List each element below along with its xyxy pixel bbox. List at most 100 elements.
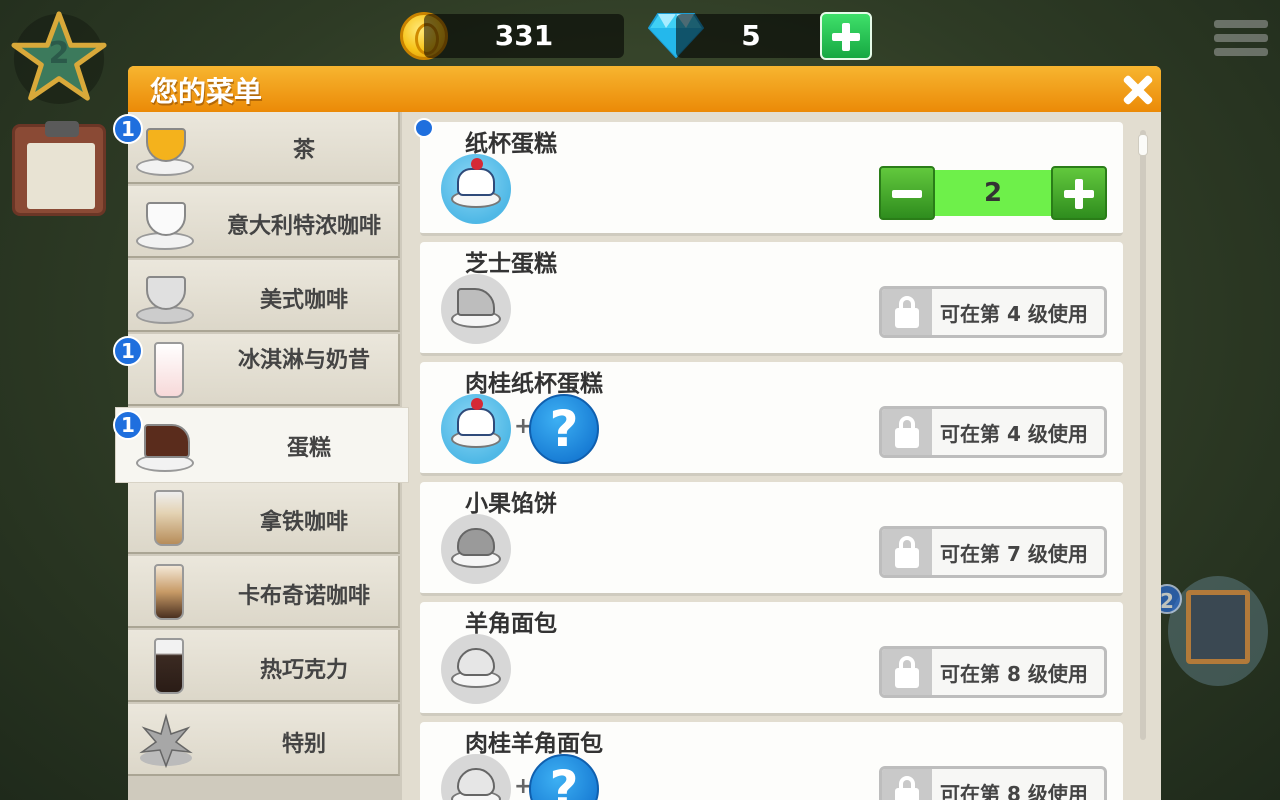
unlock-level-text: 可在第 8 级使用: [940, 782, 1088, 800]
category-ice-cream-shake[interactable]: 冰淇淋与奶昔: [128, 334, 400, 406]
menu-icon[interactable]: [1214, 20, 1268, 60]
recipe-card-cupcake[interactable]: 纸杯蛋糕 2: [420, 122, 1123, 236]
category-badge: 1: [113, 336, 143, 366]
croissant-icon: [441, 634, 511, 704]
category-tea[interactable]: 茶: [128, 112, 400, 184]
category-label: 茶: [292, 138, 315, 163]
cake-slice: [144, 424, 190, 458]
category-cappuccino[interactable]: 卡布奇诺咖啡: [128, 556, 400, 628]
question-icon: ?: [529, 394, 599, 464]
lock-body: [895, 308, 919, 328]
cup: [146, 202, 186, 236]
category-label: 冰淇淋与奶昔: [237, 348, 370, 373]
category-special[interactable]: 特别: [128, 704, 400, 776]
add-gems-button[interactable]: [820, 12, 872, 60]
food: [457, 288, 495, 316]
espresso-cup-icon: [136, 194, 196, 250]
lock-body: [895, 668, 919, 688]
lock-body: [895, 428, 919, 448]
cafe-sign-icon[interactable]: [1168, 576, 1268, 686]
cup: [146, 128, 186, 162]
category-label: 拿铁咖啡: [259, 510, 348, 535]
tartlet-icon: [441, 514, 511, 584]
clipboard-paper: [27, 143, 95, 209]
locked-button[interactable]: 可在第 4 级使用: [879, 406, 1107, 458]
recipe-name: 肉桂羊角面包: [465, 731, 603, 757]
gem-balance: 5: [676, 14, 826, 58]
category-hot-chocolate[interactable]: 热巧克力: [128, 630, 400, 702]
locked-button[interactable]: 可在第 4 级使用: [879, 286, 1107, 338]
lock-body: [895, 788, 919, 800]
clipboard-clip: [45, 121, 79, 137]
star-anise-icon: [139, 713, 193, 768]
menu-line: [1214, 48, 1268, 56]
panel-title: 您的菜单: [150, 75, 263, 108]
category-label: 蛋糕: [286, 436, 331, 461]
menu-line: [1214, 34, 1268, 42]
recipe-list: 纸杯蛋糕 2 芝士蛋糕 可在第 4 级使用 肉桂纸杯蛋糕 + ? 可在第 4 级…: [404, 112, 1142, 800]
category-cake[interactable]: 蛋糕: [115, 407, 409, 483]
scrollbar-thumb[interactable]: [1138, 134, 1148, 156]
glass: [154, 638, 184, 694]
category-label: 卡布奇诺咖啡: [237, 584, 370, 609]
cupcake-icon: [441, 394, 511, 464]
recipe-name: 羊角面包: [465, 611, 557, 637]
recipe-name: 芝士蛋糕: [465, 251, 557, 277]
lock-icon: [882, 409, 932, 455]
category-label: 意大利特浓咖啡: [226, 214, 381, 239]
panel-header: 您的菜单: [128, 66, 1161, 112]
lock-icon: [882, 649, 932, 695]
coin-balance: 331: [424, 14, 624, 58]
recipe-name: 肉桂纸杯蛋糕: [465, 371, 603, 397]
unlock-level-text: 可在第 7 级使用: [940, 542, 1088, 566]
food: [457, 648, 495, 676]
ice-cream-icon: [136, 342, 196, 398]
category-label: 美式咖啡: [259, 288, 348, 313]
category-label: 特别: [281, 732, 326, 757]
quantity-value: 2: [935, 170, 1051, 216]
locked-button[interactable]: 可在第 7 级使用: [879, 526, 1107, 578]
lock-body: [895, 548, 919, 568]
recipe-card-tartlet[interactable]: 小果馅饼 可在第 7 级使用: [420, 482, 1123, 596]
close-button[interactable]: [1118, 70, 1158, 110]
unlock-level-text: 可在第 4 级使用: [940, 302, 1088, 326]
cherry: [471, 158, 483, 170]
category-espresso[interactable]: 意大利特浓咖啡: [128, 186, 400, 258]
cherry: [471, 398, 483, 410]
unlock-level-text: 可在第 8 级使用: [940, 662, 1088, 686]
increase-button[interactable]: [1051, 166, 1107, 220]
category-badge: 1: [113, 410, 143, 440]
category-latte[interactable]: 拿铁咖啡: [128, 482, 400, 554]
recipe-card-cheesecake[interactable]: 芝士蛋糕 可在第 4 级使用: [420, 242, 1123, 356]
cappuccino-glass-icon: [136, 564, 196, 620]
americano-cup-icon: [136, 268, 196, 324]
food: [457, 528, 495, 556]
cup: [146, 276, 186, 310]
croissant-icon: [441, 754, 511, 800]
locked-button[interactable]: 可在第 8 级使用: [879, 766, 1107, 800]
category-americano[interactable]: 美式咖啡: [128, 260, 400, 332]
food: [457, 408, 495, 436]
recipe-name: 纸杯蛋糕: [465, 131, 557, 157]
recipe-card-cinnamon-cupcake[interactable]: 肉桂纸杯蛋糕 + ? 可在第 4 级使用: [420, 362, 1123, 476]
selected-indicator: [414, 118, 434, 138]
tea-cup-icon: [136, 120, 196, 176]
category-label: 热巧克力: [259, 658, 348, 683]
glass: [154, 490, 184, 546]
decrease-button[interactable]: [879, 166, 935, 220]
scrollbar-track[interactable]: [1140, 130, 1146, 740]
level-number: 2: [48, 36, 70, 71]
cake-icon: [136, 416, 196, 472]
glass: [154, 564, 184, 620]
clipboard-icon[interactable]: [12, 121, 106, 216]
lock-icon: [882, 769, 932, 800]
locked-button[interactable]: 可在第 8 级使用: [879, 646, 1107, 698]
food: [457, 168, 495, 196]
recipe-card-croissant[interactable]: 羊角面包 可在第 8 级使用: [420, 602, 1123, 716]
unlock-level-text: 可在第 4 级使用: [940, 422, 1088, 446]
cafe-sign-board: [1186, 590, 1250, 664]
quantity-stepper[interactable]: 2: [879, 166, 1107, 220]
latte-glass-icon: [136, 490, 196, 546]
lock-icon: [882, 289, 932, 335]
recipe-card-cinnamon-croissant[interactable]: 肉桂羊角面包 + ? 可在第 8 级使用: [420, 722, 1123, 800]
